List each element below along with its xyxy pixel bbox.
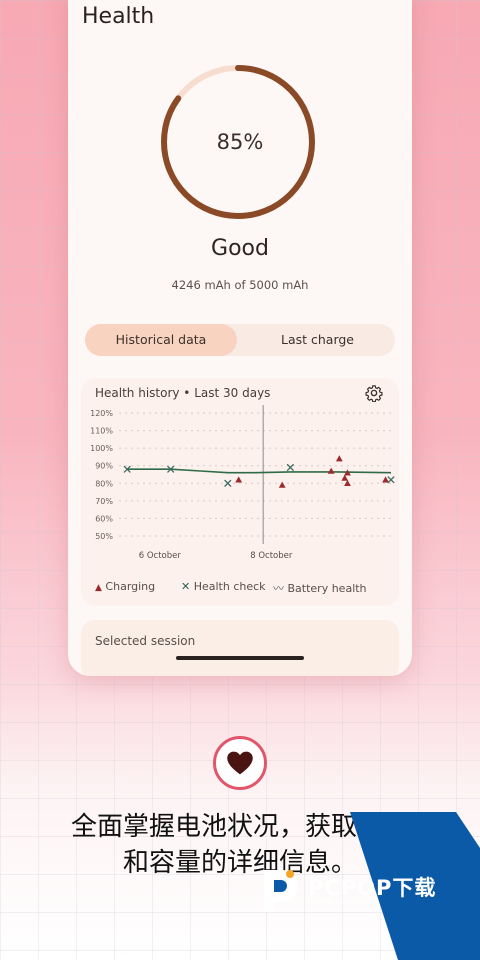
watermark-shape <box>350 812 480 960</box>
watermark-logo-icon <box>264 870 298 912</box>
watermark-text-value: PCPOP下载 <box>308 876 437 900</box>
watermark-subtext: PCPOP Download <box>310 898 371 906</box>
